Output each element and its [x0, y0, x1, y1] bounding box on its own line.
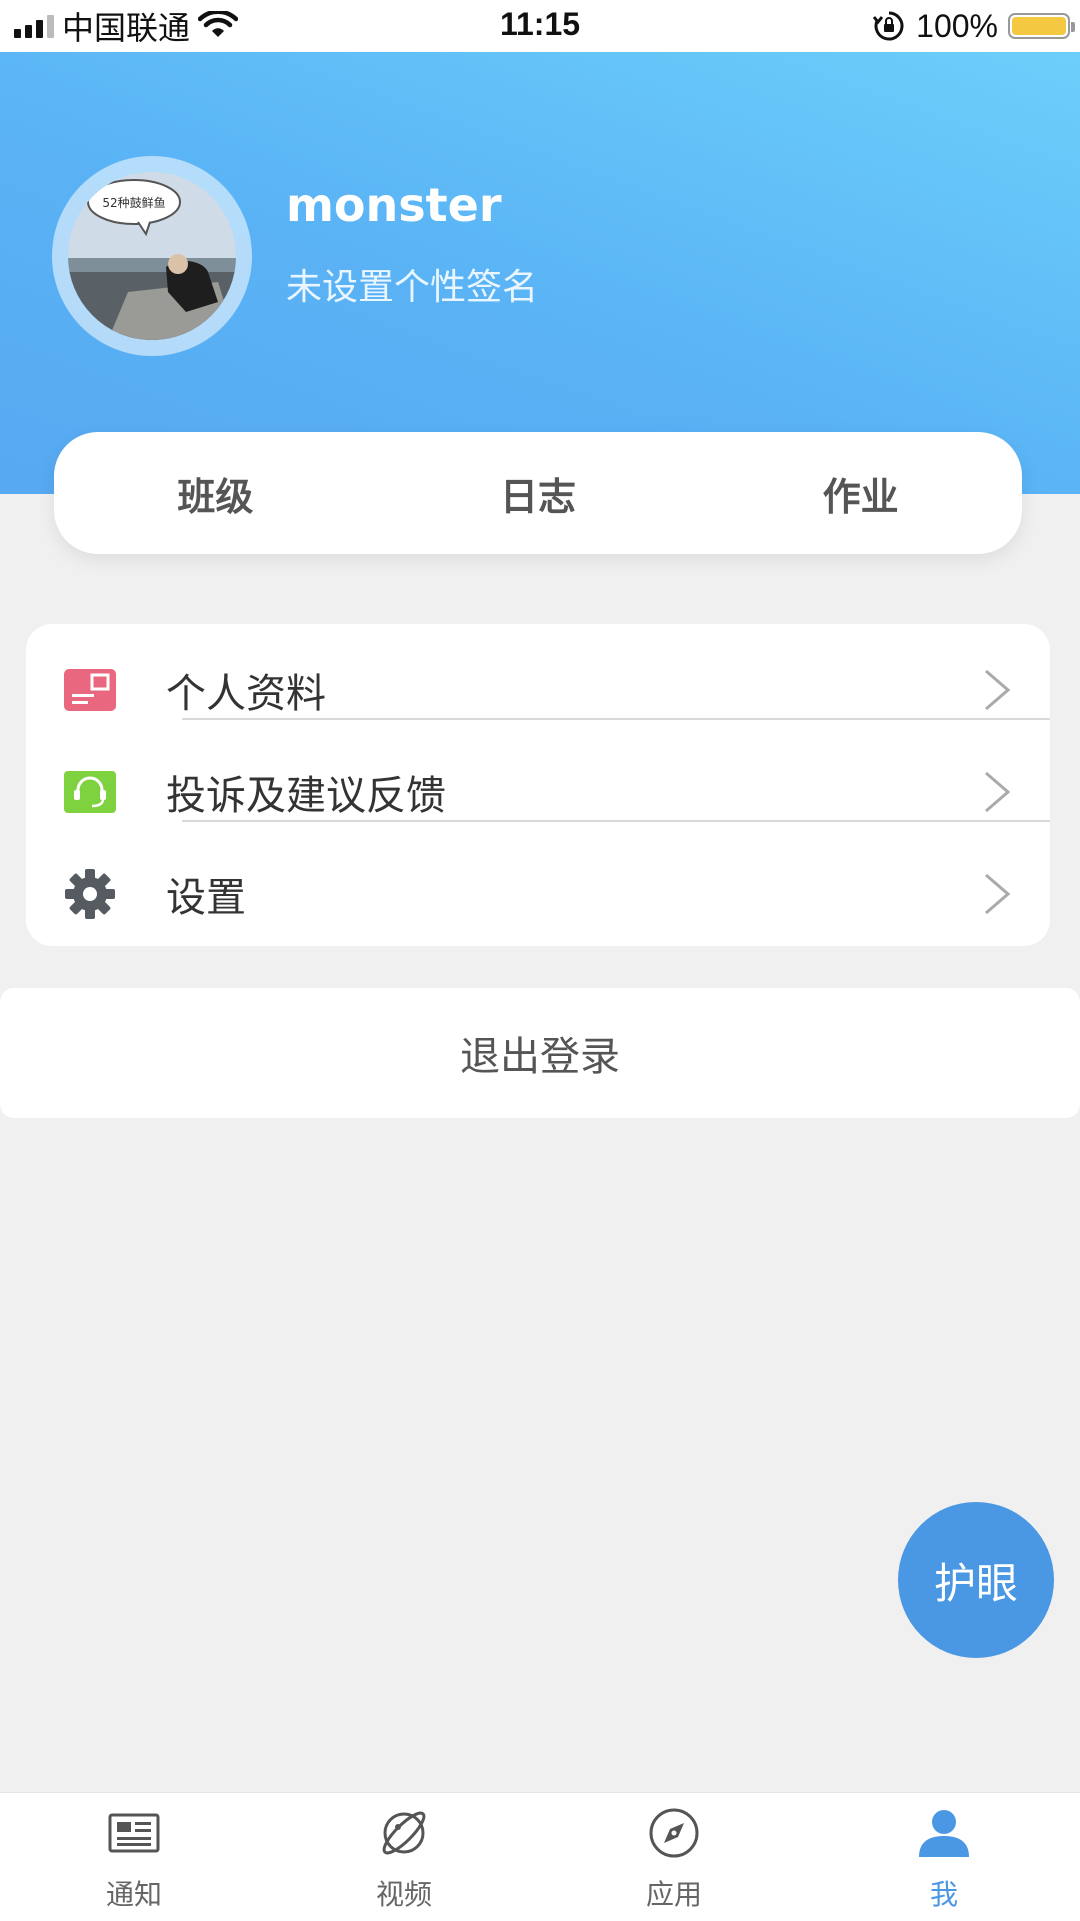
profile-header: 52种鼓鲜鱼 monster 未设置个性签名: [0, 52, 1080, 494]
orientation-lock-icon: [872, 11, 904, 41]
profile-card-icon: [64, 669, 116, 711]
tabbar-item-video[interactable]: 视频: [334, 1793, 474, 1921]
tab-log[interactable]: 日志: [377, 466, 700, 521]
chevron-right-icon: [985, 771, 1011, 813]
logout-button[interactable]: 退出登录: [0, 988, 1080, 1118]
tabbar-item-apps[interactable]: 应用: [604, 1793, 744, 1921]
tabbar-label: 视频: [375, 1878, 432, 1911]
status-right: 100%: [872, 4, 1075, 48]
person-icon: [919, 1810, 969, 1857]
divider: [182, 820, 1050, 822]
username: monster: [286, 178, 502, 232]
avatar[interactable]: 52种鼓鲜鱼: [52, 156, 252, 356]
tabbar-item-me[interactable]: 我: [874, 1793, 1014, 1921]
chevron-right-icon: [985, 669, 1011, 711]
bottom-tabbar: 通知 视频 应用 我: [0, 1792, 1080, 1921]
planet-icon: [382, 1811, 426, 1855]
menu-item-profile[interactable]: 个人资料: [26, 638, 1050, 742]
battery-icon: [1008, 13, 1075, 39]
menu-label-profile: 个人资料: [166, 671, 326, 717]
tabbar-label: 我: [929, 1878, 958, 1911]
avatar-photo: 52种鼓鲜鱼: [68, 172, 236, 340]
signature[interactable]: 未设置个性签名: [286, 258, 538, 310]
eye-care-button[interactable]: 护眼: [898, 1502, 1054, 1658]
gear-icon: [65, 869, 115, 919]
avatar-image: 52种鼓鲜鱼: [68, 172, 236, 340]
menu-item-settings[interactable]: 设置: [26, 842, 1050, 946]
menu-item-feedback[interactable]: 投诉及建议反馈: [26, 740, 1050, 844]
chevron-right-icon: [985, 873, 1011, 915]
avatar-caption: 52种鼓鲜鱼: [102, 196, 165, 210]
headset-icon: [64, 771, 116, 813]
battery-percent: 100%: [916, 7, 998, 44]
tabbar-label: 应用: [645, 1878, 702, 1911]
tabbar-item-notice[interactable]: 通知: [64, 1793, 204, 1921]
tabbar-label: 通知: [105, 1878, 162, 1911]
newspaper-icon: [108, 1813, 160, 1853]
tab-homework[interactable]: 作业: [699, 466, 1022, 521]
divider: [182, 718, 1050, 720]
menu-label-settings: 设置: [166, 875, 246, 921]
quick-tabs: 班级 日志 作业: [54, 432, 1022, 554]
status-bar: 中国联通 11:15 100%: [0, 0, 1080, 52]
settings-menu: 个人资料 投诉及建议反馈 设置: [26, 624, 1050, 946]
compass-icon: [649, 1808, 699, 1858]
tab-class[interactable]: 班级: [54, 466, 377, 521]
menu-label-feedback: 投诉及建议反馈: [166, 773, 446, 819]
